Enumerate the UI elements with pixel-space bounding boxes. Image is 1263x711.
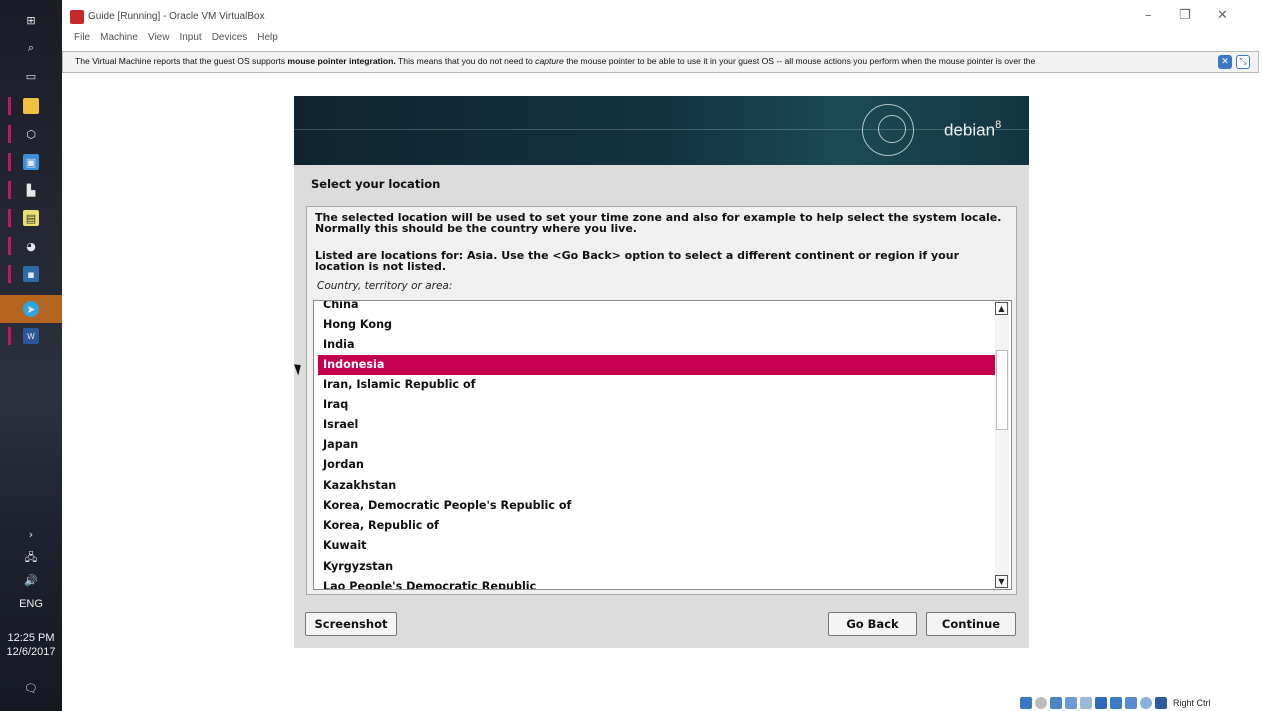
list-item[interactable]: Iraq <box>318 395 998 415</box>
debian-swirl-inner-icon <box>878 115 906 143</box>
documents-icon[interactable]: ▙ <box>0 176 62 204</box>
list-item[interactable]: Japan <box>318 435 998 455</box>
volume-icon[interactable]: 🔊 <box>0 566 62 594</box>
continue-button[interactable]: Continue <box>926 612 1016 636</box>
instruction-paragraph: Listed are locations for: Asia. Use the … <box>315 249 959 273</box>
list-item[interactable]: India <box>318 335 998 355</box>
country-list[interactable]: China Hong Kong India Indonesia Iran, Is… <box>313 300 1012 590</box>
list-item[interactable]: Lao People's Democratic Republic <box>318 577 998 589</box>
list-item[interactable]: Hong Kong <box>318 315 998 335</box>
list-label: Country, territory or area: <box>317 280 453 292</box>
window-titlebar: Guide [Running] - Oracle VM VirtualBox –… <box>62 0 1263 30</box>
menu-help[interactable]: Help <box>257 32 278 43</box>
clock-time[interactable]: 12:25 PM <box>0 632 62 644</box>
optical-drive-icon[interactable] <box>1035 697 1047 709</box>
display-icon[interactable] <box>1095 697 1107 709</box>
vm-status-bar: Right Ctrl <box>1020 695 1211 711</box>
restore-icon[interactable]: ❐ <box>1179 8 1191 23</box>
video-capture-icon[interactable] <box>1110 697 1122 709</box>
list-item[interactable]: Iran, Islamic Republic of <box>318 375 998 395</box>
window-title: Guide [Running] - Oracle VM VirtualBox <box>88 11 265 22</box>
notification-icon[interactable]: 🗨 <box>0 674 62 702</box>
list-item-selected[interactable]: Indonesia <box>318 355 998 375</box>
menu-input[interactable]: Input <box>179 32 201 43</box>
word-icon[interactable]: W <box>0 322 62 350</box>
list-item[interactable]: China <box>318 301 998 315</box>
debian-logo: debian8 <box>944 119 1002 140</box>
virtualization-icon[interactable] <box>1140 697 1152 709</box>
scroll-up-icon[interactable]: ▲ <box>995 302 1008 315</box>
virtualbox-icon[interactable]: ⬡ <box>0 120 62 148</box>
list-item[interactable]: Kuwait <box>318 536 998 556</box>
file-explorer-icon[interactable]: ■ <box>0 92 62 120</box>
menu-bar: File Machine View Input Devices Help <box>74 32 278 43</box>
menu-devices[interactable]: Devices <box>212 32 248 43</box>
menu-view[interactable]: View <box>148 32 170 43</box>
shared-folders-icon[interactable] <box>1080 697 1092 709</box>
windows-taskbar: ⊞ ⌕ ▭ ■ ⬡ ▣ ▙ ▤ ◕ ▪ ➤ W › 🖧 🔊 ENG 12:25 … <box>0 0 62 711</box>
language-indicator[interactable]: ENG <box>0 598 62 610</box>
clock-date[interactable]: 12/6/2017 <box>0 646 62 658</box>
mouse-integration-notice: The Virtual Machine reports that the gue… <box>62 51 1259 73</box>
location-panel: The selected location will be used to se… <box>306 206 1017 595</box>
close-notice-icon[interactable]: ✕ <box>1218 55 1232 69</box>
usb-icon[interactable] <box>1065 697 1077 709</box>
notepad-icon[interactable]: ▤ <box>0 204 62 232</box>
description-paragraph: The selected location will be used to se… <box>315 211 1002 235</box>
task-view-icon[interactable]: ▭ <box>0 62 62 90</box>
banner-line <box>294 129 1029 130</box>
list-item[interactable]: Korea, Republic of <box>318 516 998 536</box>
windows-start-icon[interactable]: ⊞ <box>0 6 62 34</box>
notice-text: The Virtual Machine reports that the gue… <box>75 56 1036 66</box>
remote-desktop-icon[interactable]: ▣ <box>0 148 62 176</box>
page-title: Select your location <box>311 177 441 191</box>
host-key-label: Right Ctrl <box>1173 698 1211 708</box>
search-icon[interactable]: ⌕ <box>0 34 62 62</box>
monitor-icon[interactable]: ▪ <box>0 260 62 288</box>
list-item[interactable]: Kazakhstan <box>318 476 998 496</box>
list-scrollbar[interactable]: ▲ ▼ <box>995 302 1009 588</box>
debian-installer: debian8 Select your location The selecte… <box>294 96 1029 648</box>
minimize-icon[interactable]: – <box>1145 8 1152 23</box>
network-adapter-icon[interactable] <box>1050 697 1062 709</box>
scroll-thumb[interactable] <box>996 350 1008 430</box>
hard-disk-icon[interactable] <box>1020 697 1032 709</box>
telegram-icon[interactable]: ➤ <box>0 295 62 323</box>
close-icon[interactable]: ✕ <box>1217 8 1228 23</box>
go-back-button[interactable]: Go Back <box>828 612 917 636</box>
virtualbox-logo-icon <box>70 10 84 24</box>
menu-machine[interactable]: Machine <box>100 32 138 43</box>
cpu-icon[interactable] <box>1125 697 1137 709</box>
debian-banner: debian8 <box>294 96 1029 165</box>
scroll-down-icon[interactable]: ▼ <box>995 575 1008 588</box>
list-item[interactable]: Jordan <box>318 455 998 475</box>
list-item[interactable]: Israel <box>318 415 998 435</box>
menu-file[interactable]: File <box>74 32 90 43</box>
list-item[interactable]: Kyrgyzstan <box>318 557 998 577</box>
screenshot-button[interactable]: Screenshot <box>305 612 397 636</box>
paint-icon[interactable]: ◕ <box>0 232 62 260</box>
mouse-capture-icon[interactable] <box>1155 697 1167 709</box>
list-item[interactable]: Korea, Democratic People's Republic of <box>318 496 998 516</box>
mouse-integration-icon[interactable]: ⤡ <box>1236 55 1250 69</box>
